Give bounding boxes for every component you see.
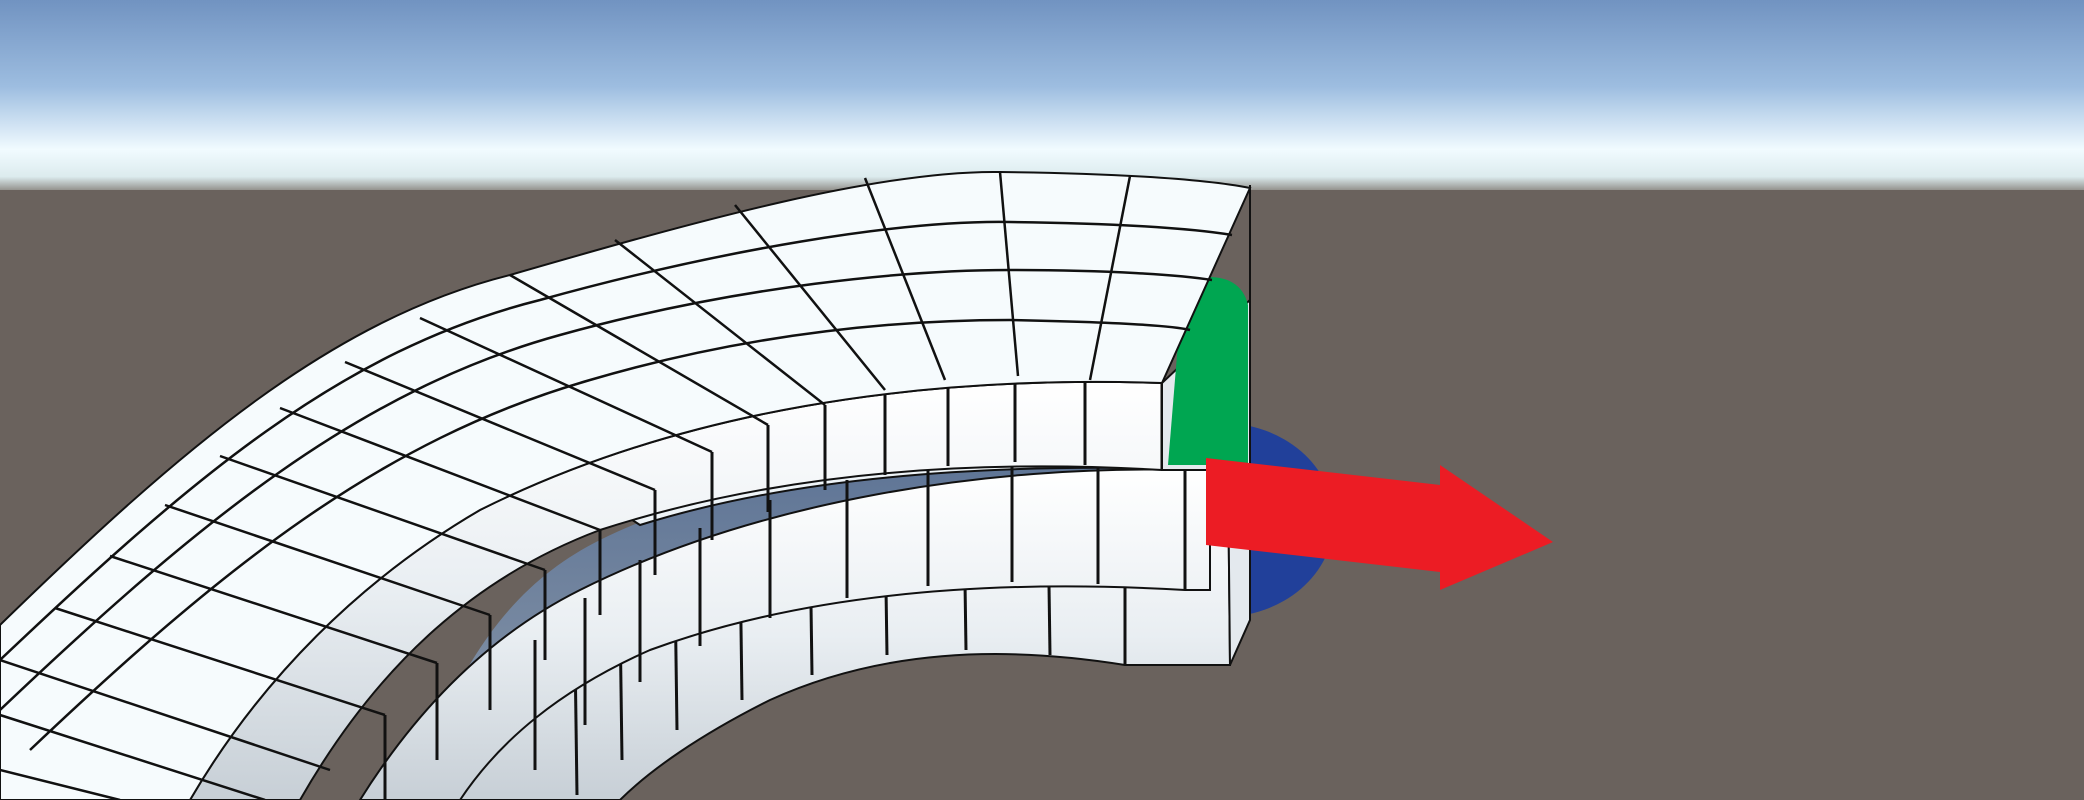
sky xyxy=(0,0,2084,192)
scene-viewport[interactable] xyxy=(0,0,2084,800)
scene-canvas[interactable] xyxy=(0,0,2084,800)
